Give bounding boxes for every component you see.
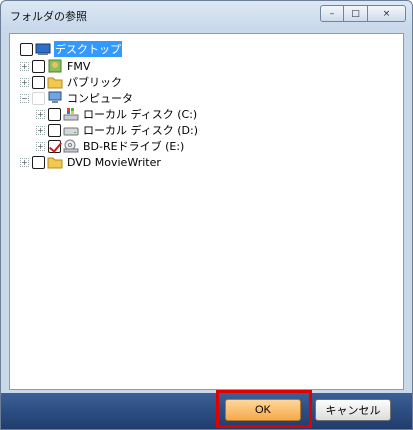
tree-item-label: DVD MovieWriter	[67, 155, 161, 169]
expand-icon[interactable]: +	[20, 61, 29, 71]
maximize-button[interactable]: □	[344, 5, 368, 22]
tree-item-label: ローカル ディスク (C:)	[83, 108, 198, 121]
close-button[interactable]: ×	[368, 5, 406, 22]
minimize-button[interactable]: –	[320, 5, 344, 22]
window-title: フォルダの参照	[10, 10, 87, 23]
tree-item-drive-e[interactable]: + BD-REドライブ (E:)	[36, 138, 185, 154]
browse-folder-dialog: フォルダの参照 – □ × デスクトップ + FMV + パブリック − コンピ…	[0, 0, 413, 430]
folder-tree[interactable]: デスクトップ + FMV + パブリック − コンピュータ + ローカル ディス…	[9, 33, 404, 390]
tree-item-checkbox[interactable]	[48, 107, 61, 121]
expand-icon[interactable]: +	[36, 109, 45, 119]
tree-item-label: デスクトップ	[54, 41, 122, 57]
title-bar[interactable]: フォルダの参照 – □ ×	[1, 1, 412, 29]
drive-icon	[63, 123, 79, 137]
desktop-icon	[35, 42, 51, 56]
folder-icon	[47, 155, 63, 169]
minimize-icon: –	[329, 8, 335, 19]
tree-item-computer[interactable]: − コンピュータ	[20, 90, 134, 106]
tree-item-fmv[interactable]: + FMV	[20, 58, 91, 74]
cancel-button[interactable]: キャンセル	[315, 399, 391, 421]
tree-item-public[interactable]: + パブリック	[20, 74, 123, 90]
maximize-icon: □	[351, 8, 360, 19]
close-icon: ×	[382, 8, 391, 19]
expand-icon[interactable]: +	[36, 125, 45, 135]
tree-item-label: BD-REドライブ (E:)	[83, 140, 185, 153]
tree-item-drive-d[interactable]: + ローカル ディスク (D:)	[36, 122, 199, 138]
ok-button[interactable]: OK	[225, 399, 301, 421]
tree-item-checkbox[interactable]	[48, 123, 61, 137]
collapse-icon[interactable]: −	[20, 93, 29, 103]
tree-item-checkbox[interactable]	[32, 91, 45, 105]
tree-item-checkbox[interactable]	[32, 155, 45, 169]
folder-icon	[47, 75, 63, 89]
expand-icon[interactable]: +	[20, 157, 29, 167]
tree-item-drive-c[interactable]: + ローカル ディスク (C:)	[36, 106, 198, 122]
computer-icon	[47, 91, 63, 105]
user-folder-icon	[47, 59, 63, 73]
tree-item-checkbox[interactable]	[32, 75, 45, 89]
expand-icon[interactable]: +	[36, 141, 45, 151]
tree-item-checkbox[interactable]	[32, 59, 45, 73]
window-controls: – □ ×	[320, 5, 406, 22]
tree-item-label: ローカル ディスク (D:)	[83, 124, 198, 137]
windows-drive-icon	[63, 107, 79, 121]
tree-item-checkbox[interactable]	[20, 42, 33, 56]
tree-item-desktop[interactable]: デスクトップ	[20, 41, 122, 57]
tree-item-checkbox-checked[interactable]	[48, 139, 61, 153]
tree-item-label: FMV	[67, 59, 91, 73]
tree-item-label: パブリック	[67, 76, 122, 89]
tree-item-dvd-moviewriter[interactable]: + DVD MovieWriter	[20, 154, 162, 170]
optical-drive-icon	[63, 139, 79, 153]
expand-icon[interactable]: +	[20, 77, 29, 87]
tree-item-label: コンピュータ	[67, 92, 133, 105]
